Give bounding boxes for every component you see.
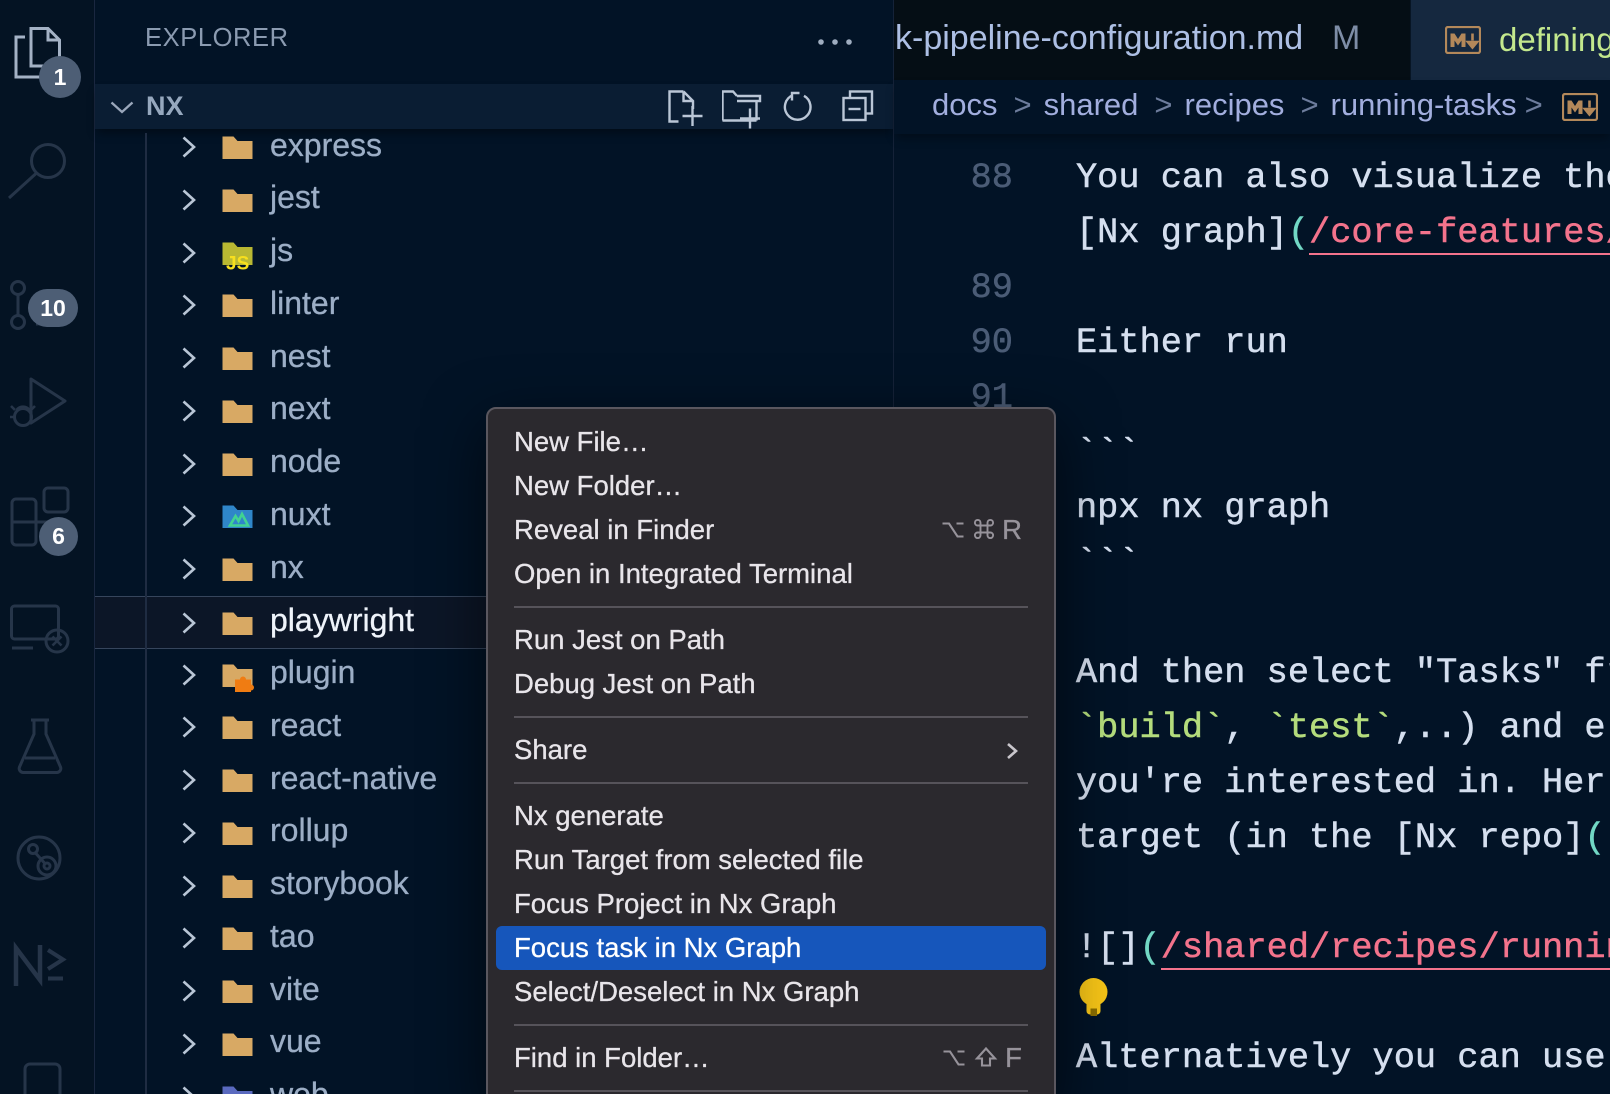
svg-text:JS: JS [226, 253, 249, 270]
